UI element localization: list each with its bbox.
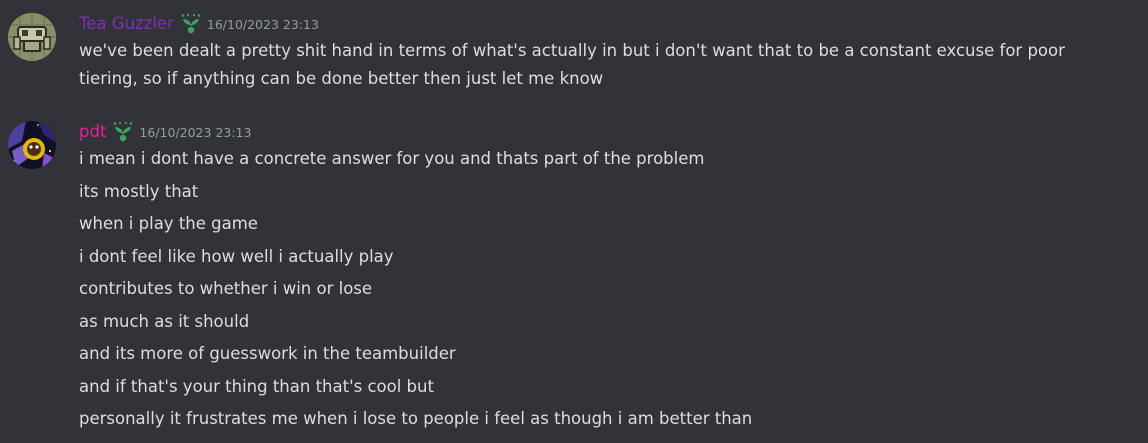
message-header: pdt 16/10/2023 23:13 <box>79 121 251 143</box>
username[interactable]: pdt <box>79 121 106 143</box>
sprout-icon[interactable] <box>111 121 135 143</box>
message-line: i dont feel like how well i actually pla… <box>79 247 394 266</box>
message-line: its mostly that <box>79 182 199 201</box>
message-line: we've been dealt a pretty shit hand in t… <box>79 41 1065 60</box>
message-line: tiering, so if anything can be done bett… <box>79 69 604 88</box>
message-line: i mean i dont have a concrete answer for… <box>79 149 705 168</box>
message-line: and its more of guesswork in the teambui… <box>79 344 456 363</box>
message-line: contributes to whether i win or lose <box>79 279 373 298</box>
chat-log: Tea Guzzler 16/10/2023 23:13 we've been … <box>0 0 1148 443</box>
sprout-icon[interactable] <box>179 13 203 35</box>
message-line: personally it frustrates me when i lose … <box>79 409 753 428</box>
avatar[interactable] <box>8 121 56 169</box>
avatar[interactable] <box>8 13 56 61</box>
message-line: as much as it should <box>79 312 250 331</box>
timestamp[interactable]: 16/10/2023 23:13 <box>139 120 251 144</box>
username[interactable]: Tea Guzzler <box>79 13 174 35</box>
message-line: when i play the game <box>79 214 258 233</box>
message-line: and if that's your thing than that's coo… <box>79 377 434 396</box>
timestamp[interactable]: 16/10/2023 23:13 <box>207 12 319 36</box>
message-header: Tea Guzzler 16/10/2023 23:13 <box>79 13 319 35</box>
